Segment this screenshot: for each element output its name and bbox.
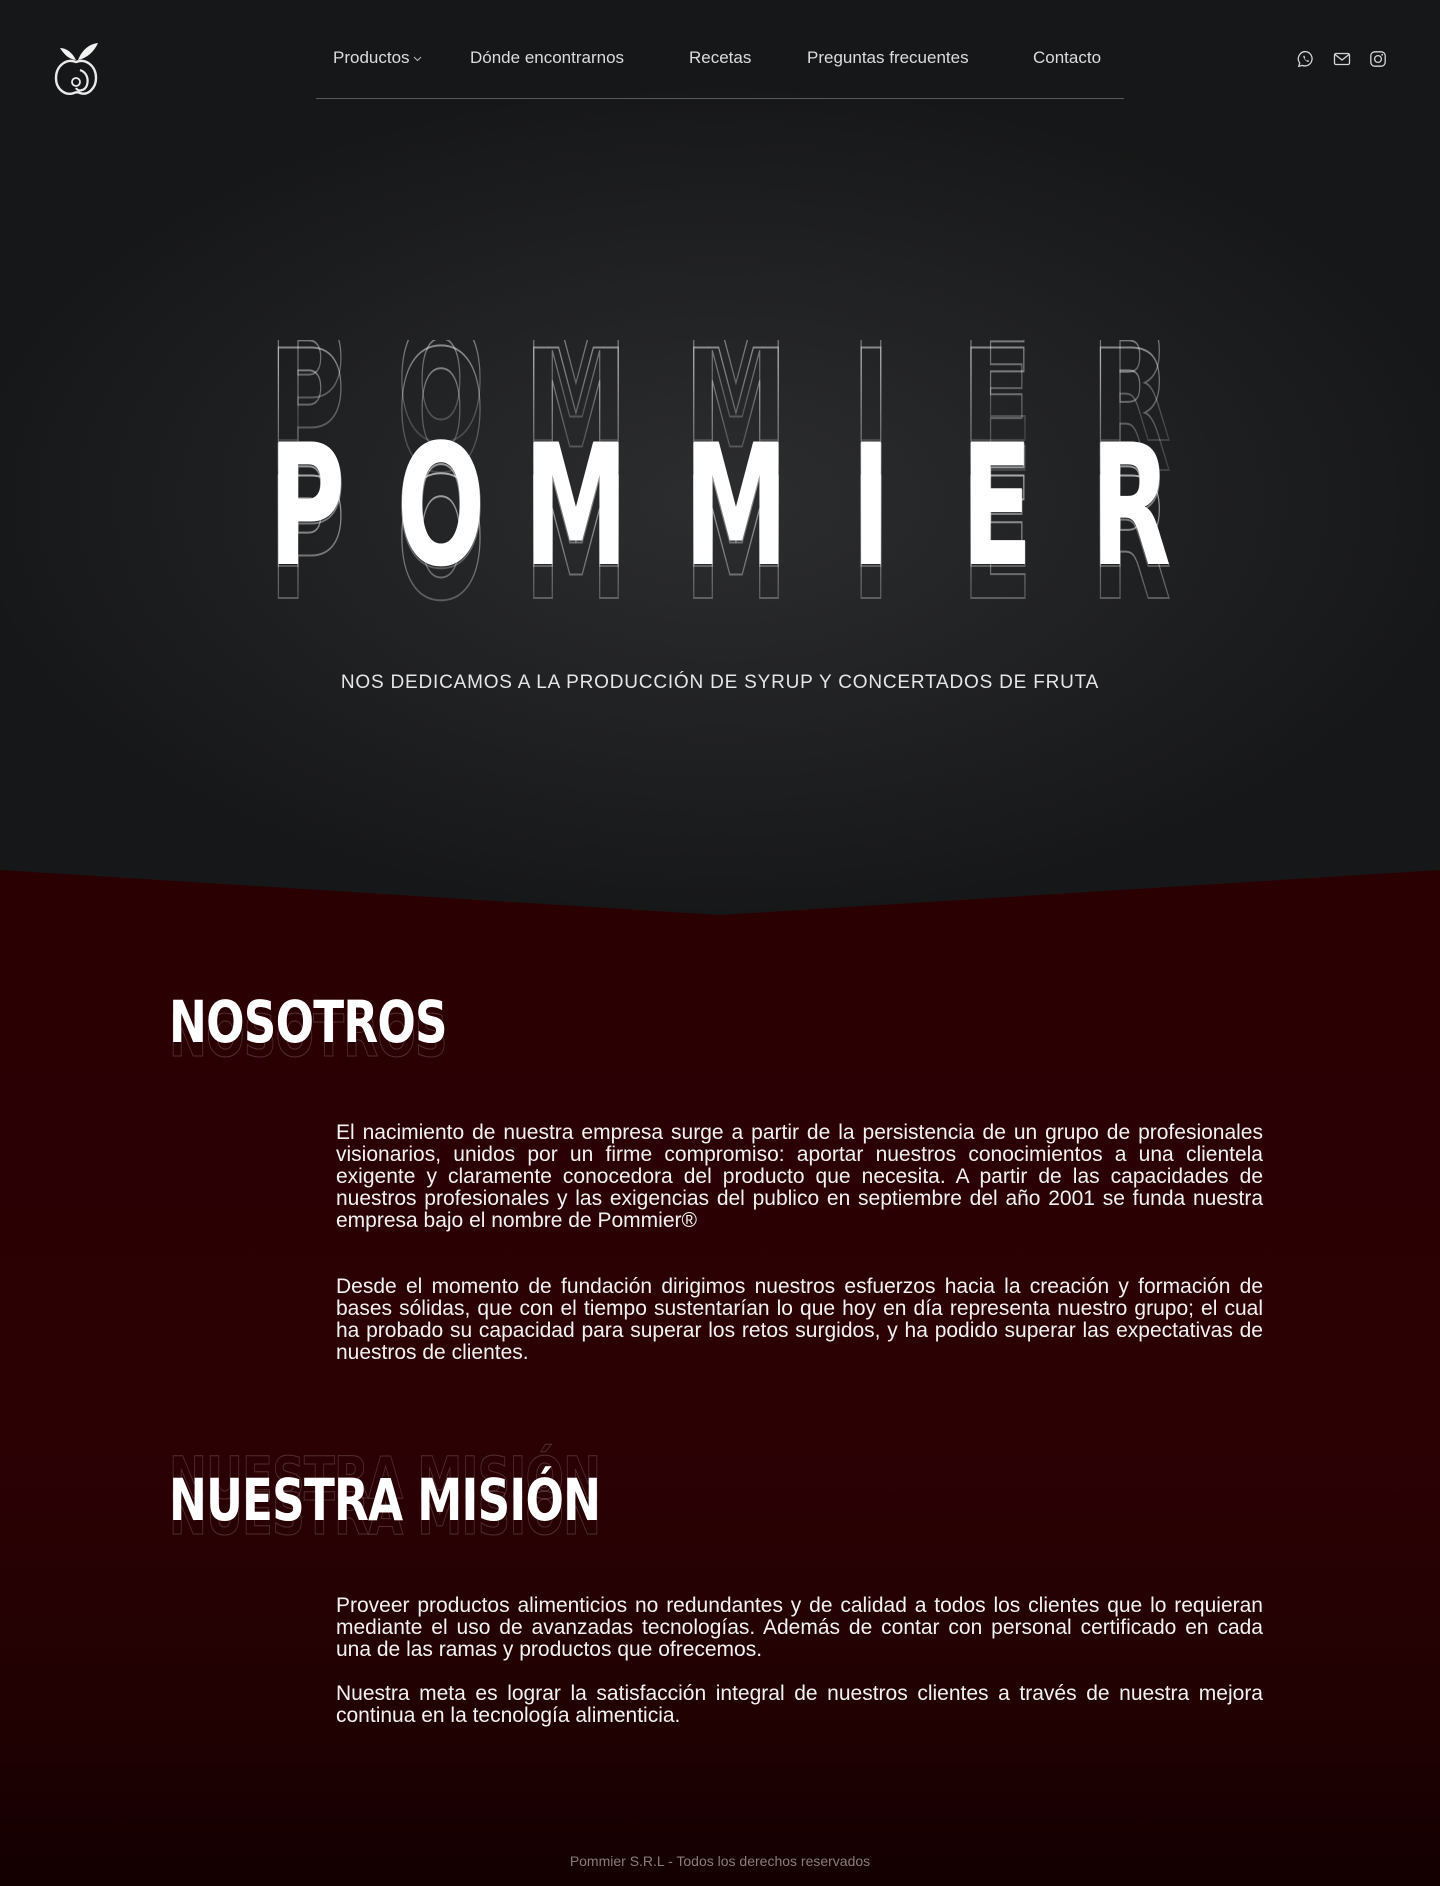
nav-donde-encontrarnos[interactable]: Dónde encontrarnos <box>470 48 624 68</box>
brand-solid-letter: R <box>1091 408 1170 604</box>
brand-solid-letter: O <box>397 408 486 604</box>
brand-solid-letter: M <box>524 408 628 604</box>
nav-productos[interactable]: Productos <box>333 48 422 68</box>
chevron-down-icon <box>413 56 421 61</box>
hero-tagline: NOS DEDICAMOS A LA PRODUCCIÓN DE SYRUP Y… <box>340 672 1100 693</box>
page: Productos Dónde encontrarnos Recetas Pre… <box>0 0 1440 1886</box>
whatsapp-icon[interactable] <box>1297 50 1315 68</box>
brand-wordmark-svg: P O M M I E RP O M M I E RP O M M I E RP O M M I E RP O M M I E R <box>270 340 1170 638</box>
pommier-logo-icon[interactable] <box>52 38 100 98</box>
mail-icon[interactable] <box>1333 50 1351 68</box>
brand-solid-letter: P <box>270 408 345 604</box>
instagram-icon[interactable] <box>1369 50 1387 68</box>
brand-solid-letter: I <box>852 408 891 604</box>
footer-copyright: Pommier S.R.L - Todos los derechos reser… <box>569 1853 871 1869</box>
about-paragraph-2: Desde el momento de fundación dirigimos … <box>336 1275 1263 1364</box>
nav-contacto[interactable]: Contacto <box>1033 48 1101 68</box>
mission-paragraph-1: Proveer productos alimenticios no redund… <box>336 1594 1263 1661</box>
brand-solid-letter: M <box>684 408 788 604</box>
about-paragraph-1: El nacimiento de nuestra empresa surge a… <box>336 1121 1263 1232</box>
about-title: NOSOTROS NOSOTROS <box>169 988 448 1071</box>
mission-title-text: NUESTRA MISIÓN <box>169 1466 601 1534</box>
mission-title: NUESTRA MISIÓN NUESTRA MISIÓN NUESTRA MI… <box>169 1444 602 1549</box>
mission-paragraph-2: Nuestra meta es lograr la satisfacción i… <box>336 1682 1263 1727</box>
main-nav: Productos Dónde encontrarnos Recetas Pre… <box>316 38 1124 99</box>
nav-recetas[interactable]: Recetas <box>689 48 751 68</box>
about-title-text: NOSOTROS <box>169 988 448 1056</box>
nav-preguntas-frecuentes[interactable]: Preguntas frecuentes <box>807 48 969 68</box>
nav-productos-label: Productos <box>333 48 410 67</box>
brand-solid-letter: E <box>961 408 1032 604</box>
brand-wordmark: POMMIERPOMMIERPOMMIERPOMMIERPOMMIER <box>270 340 1170 640</box>
